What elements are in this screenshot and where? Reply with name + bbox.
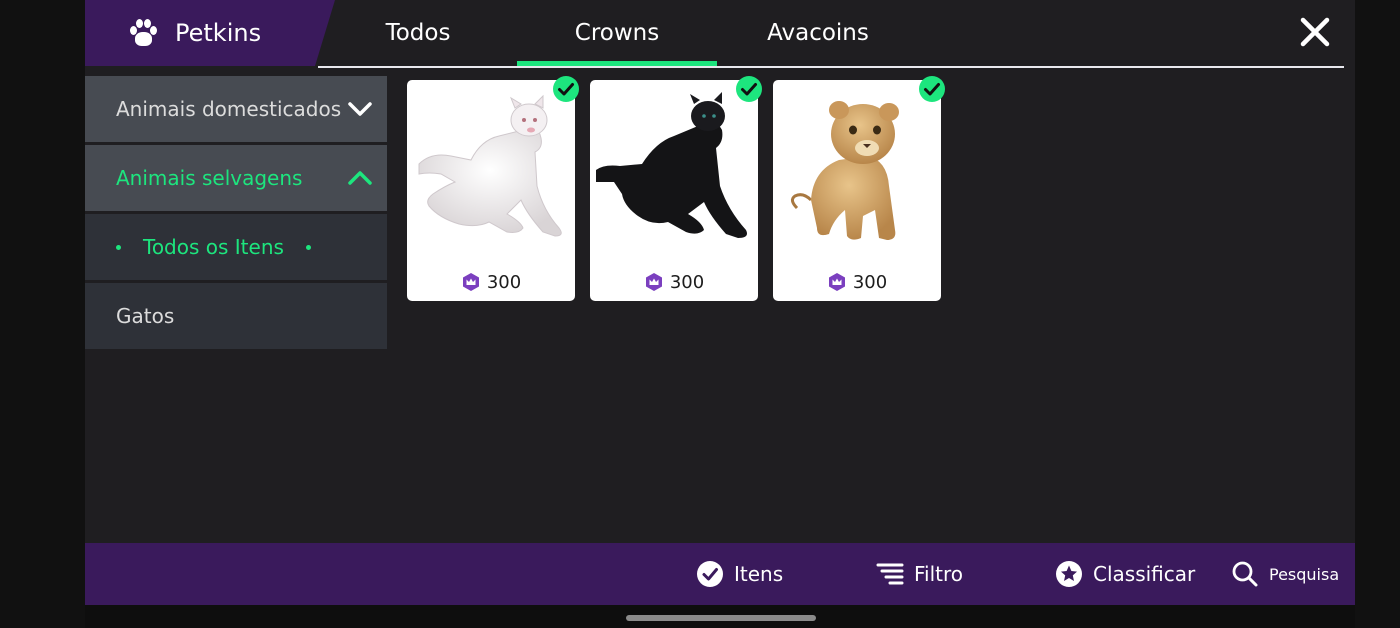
lion-cub-image xyxy=(790,101,899,240)
tab-avacoins[interactable]: Avacoins xyxy=(718,0,918,64)
check-circle-icon xyxy=(697,561,723,587)
sidebar-item-label: Animais selvagens xyxy=(116,166,303,190)
sort-button[interactable]: Classificar xyxy=(1055,543,1195,605)
black-panther-image xyxy=(596,92,747,238)
chevron-up-icon xyxy=(348,171,372,185)
items-button[interactable]: Itens xyxy=(696,543,783,605)
item-price: 300 xyxy=(407,271,575,293)
item-price: 300 xyxy=(590,271,758,293)
sidebar-item-label: Gatos xyxy=(116,304,175,328)
search-icon xyxy=(1232,561,1258,587)
chevron-down-icon xyxy=(348,102,372,116)
item-card[interactable]: 300 xyxy=(407,76,579,301)
filter-icon xyxy=(876,563,904,585)
bullet-icon xyxy=(116,244,121,250)
item-card[interactable]: 300 xyxy=(773,76,945,301)
system-nav-bar xyxy=(85,605,1355,628)
item-price-value: 300 xyxy=(486,271,522,293)
search-button[interactable]: Pesquisa xyxy=(1231,543,1339,605)
bullet-icon xyxy=(305,244,311,250)
category-sidebar: Animais domesticados Animais selvagens T… xyxy=(85,76,387,352)
items-label: Itens xyxy=(734,562,784,586)
crowns-icon xyxy=(828,273,845,291)
item-price: 300 xyxy=(773,271,941,293)
bottom-toolbar: Itens Filtro Classificar Pesquisa xyxy=(85,543,1355,605)
sidebar-item-label: Todos os Itens xyxy=(143,235,284,259)
owned-check-icon xyxy=(736,76,762,102)
white-panther-image xyxy=(418,94,562,237)
sort-star-icon xyxy=(1056,561,1082,587)
item-card[interactable]: 300 xyxy=(590,76,762,301)
tab-todos[interactable]: Todos xyxy=(318,0,518,64)
filter-button[interactable]: Filtro xyxy=(876,543,963,605)
app-window: Petkins Todos Crowns Avacoins Animais do… xyxy=(85,0,1355,628)
owned-check-icon xyxy=(553,76,579,102)
category-header: Petkins xyxy=(85,0,335,66)
owned-check-icon xyxy=(919,76,945,102)
tab-crowns[interactable]: Crowns xyxy=(517,0,717,66)
sidebar-item-animais-selvagens[interactable]: Animais selvagens xyxy=(85,145,387,211)
close-icon[interactable] xyxy=(1297,14,1333,50)
sidebar-item-label: Animais domesticados xyxy=(116,97,342,121)
sidebar-item-animais-domesticados[interactable]: Animais domesticados xyxy=(85,76,387,142)
crowns-icon xyxy=(645,273,662,291)
item-price-value: 300 xyxy=(852,271,888,293)
sort-label: Classificar xyxy=(1093,562,1196,586)
category-title: Petkins xyxy=(175,19,262,47)
sidebar-item-gatos[interactable]: Gatos xyxy=(85,283,387,349)
sidebar-item-todos-os-itens[interactable]: Todos os Itens xyxy=(85,214,387,280)
paw-icon xyxy=(127,17,159,49)
tab-bar: Todos Crowns Avacoins xyxy=(318,0,1344,68)
filter-label: Filtro xyxy=(914,562,964,586)
crowns-icon xyxy=(462,273,479,291)
search-label: Pesquisa xyxy=(1269,564,1340,584)
item-price-value: 300 xyxy=(669,271,705,293)
home-indicator[interactable] xyxy=(626,615,816,621)
